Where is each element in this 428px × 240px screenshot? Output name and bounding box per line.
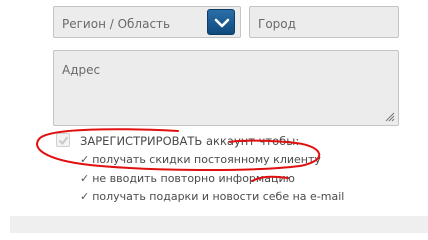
region-placeholder: Регион / Область bbox=[62, 17, 171, 31]
checkmark-icon: ✓ bbox=[80, 190, 90, 203]
checkmark-icon: ✓ bbox=[80, 153, 90, 166]
address-textarea[interactable]: Адрес bbox=[53, 50, 399, 126]
resize-grip-icon[interactable] bbox=[385, 112, 395, 122]
checkmark-icon bbox=[58, 136, 69, 146]
city-placeholder: Город bbox=[258, 17, 296, 31]
register-label: ЗАРЕГИСТРИРОВАТЬ аккаунт чтобы: bbox=[80, 134, 300, 148]
register-checkbox[interactable] bbox=[56, 133, 70, 147]
benefit-item: ✓ получать скидки постоянному клиенту bbox=[80, 153, 321, 166]
chevron-down-icon bbox=[214, 18, 230, 28]
benefit-item: ✓ получать подарки и новости себе на e-ma… bbox=[80, 190, 344, 203]
bottom-panel bbox=[10, 216, 428, 233]
benefit-item: ✓ не вводить повторно информацию bbox=[80, 172, 295, 185]
region-dropdown-button[interactable] bbox=[207, 9, 235, 35]
benefit-text: получать скидки постоянному клиенту bbox=[92, 153, 321, 166]
city-input[interactable]: Город bbox=[249, 6, 399, 38]
benefit-text: не вводить повторно информацию bbox=[92, 172, 295, 185]
checkmark-icon: ✓ bbox=[80, 172, 90, 185]
benefit-text: получать подарки и новости себе на e-mai… bbox=[92, 190, 345, 203]
address-placeholder: Адрес bbox=[62, 63, 101, 77]
